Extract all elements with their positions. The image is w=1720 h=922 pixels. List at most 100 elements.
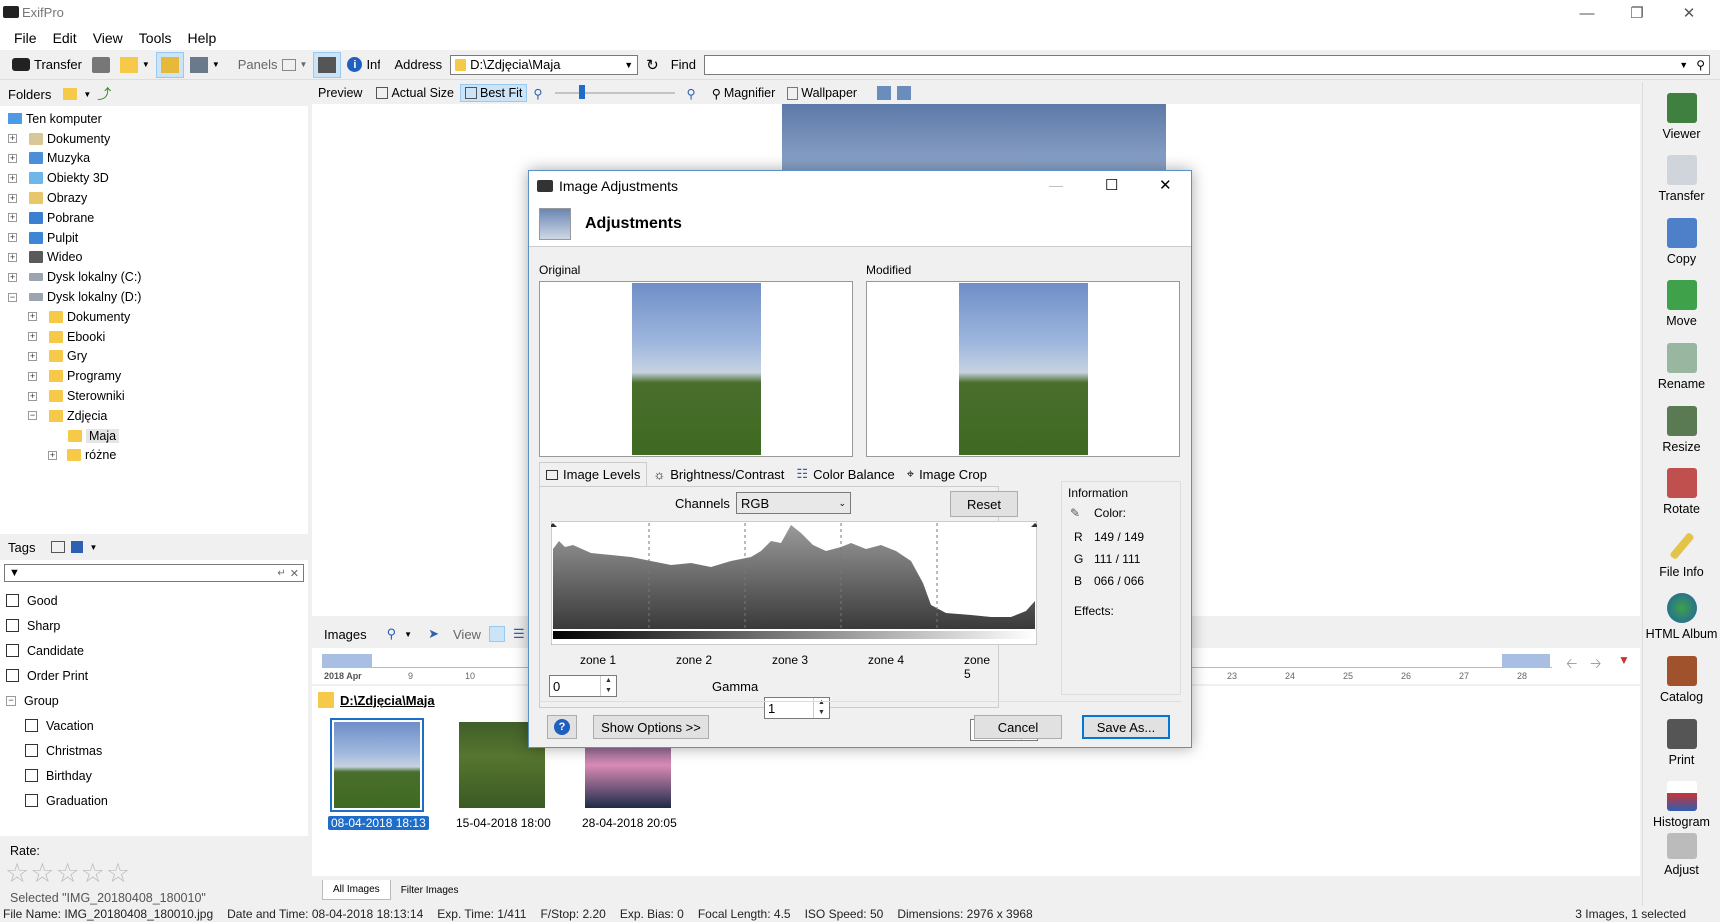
find-combo[interactable]: ▼ ⚲: [704, 54, 1711, 75]
tag-checkbox[interactable]: [25, 744, 38, 757]
zoom-out-icon[interactable]: ⚲: [533, 86, 542, 101]
tab-filter-images[interactable]: Filter Images: [391, 881, 469, 900]
tree-item-desktop[interactable]: + Pulpit: [0, 228, 308, 248]
html-album-button[interactable]: HTML Album: [1643, 583, 1720, 646]
panels-button[interactable]: Panels ▼: [234, 52, 312, 78]
star-icon[interactable]: ☆: [81, 858, 105, 889]
adjust-button[interactable]: Adjust: [1643, 833, 1720, 881]
tree-item-drivers[interactable]: + Sterowniki: [0, 386, 308, 406]
tab-color-balance[interactable]: ☷ Color Balance: [790, 463, 900, 485]
tag-group[interactable]: − Group: [0, 688, 308, 713]
tree-item-drive-c[interactable]: + Dysk lokalny (C:): [0, 267, 308, 287]
folders-toggle-button[interactable]: [155, 51, 184, 78]
tab-brightness-contrast[interactable]: ☼ Brightness/Contrast: [647, 463, 790, 485]
tree-item-videos[interactable]: + Wideo: [0, 248, 308, 268]
thumbnail-item[interactable]: [330, 718, 424, 812]
scan-button[interactable]: ▼: [186, 52, 224, 78]
select-icon[interactable]: ➤: [428, 626, 439, 642]
resize-button[interactable]: Resize: [1643, 395, 1720, 458]
catalog-button[interactable]: Catalog: [1643, 645, 1720, 708]
close-icon[interactable]: ✕: [1664, 0, 1714, 26]
actual-size-button[interactable]: Actual Size: [376, 86, 454, 100]
tree-item-documents[interactable]: + Dokumenty: [0, 129, 308, 149]
tag-checkbox[interactable]: [6, 669, 19, 682]
save-as-button[interactable]: Save As...: [1082, 715, 1170, 739]
star-icon[interactable]: ☆: [5, 858, 29, 889]
channels-select[interactable]: RGB ⌄: [736, 492, 851, 514]
tag-checkbox[interactable]: [6, 619, 19, 632]
transfer-tool-button[interactable]: Transfer: [1643, 145, 1720, 208]
close-icon[interactable]: ✕: [1159, 176, 1172, 194]
search-icon[interactable]: ⚲: [387, 626, 397, 642]
magnifier-button[interactable]: ⚲ Magnifier: [712, 86, 776, 101]
search-icon[interactable]: ⚲: [1696, 58, 1705, 72]
reset-button[interactable]: Reset: [950, 491, 1018, 517]
levels-histogram[interactable]: [551, 521, 1037, 645]
address-combo[interactable]: D:\Zdjęcia\Maja ▼: [450, 54, 639, 75]
spinner-arrows-icon[interactable]: ▲▼: [600, 676, 616, 696]
scroll-right-icon[interactable]: 🡢: [1590, 653, 1601, 677]
zoom-in-icon[interactable]: ⚲: [687, 86, 696, 101]
scroll-left-icon[interactable]: 🡠: [1566, 653, 1577, 677]
folder-heading[interactable]: D:\Zdjęcia\Maja: [318, 692, 435, 708]
file-info-button[interactable]: File Info: [1643, 520, 1720, 583]
rotate-left-icon[interactable]: [877, 86, 892, 100]
tree-item-games[interactable]: + Gry: [0, 347, 308, 367]
tab-all-images[interactable]: All Images: [322, 880, 391, 900]
tree-item-3d-objects[interactable]: + Obiekty 3D: [0, 168, 308, 188]
thumbnail-view-icon[interactable]: [488, 626, 505, 642]
star-icon[interactable]: ☆: [30, 858, 54, 889]
tree-item-ebooks[interactable]: + Ebooki: [0, 327, 308, 347]
show-options-button[interactable]: Show Options >>: [593, 715, 709, 739]
restore-icon[interactable]: ❐: [1612, 0, 1662, 26]
move-button[interactable]: Move: [1643, 270, 1720, 333]
menu-help[interactable]: Help: [179, 26, 224, 50]
menu-tools[interactable]: Tools: [131, 26, 180, 50]
tag-item-vacation[interactable]: Vacation: [0, 713, 308, 738]
tree-item-pictures[interactable]: + Obrazy: [0, 188, 308, 208]
tag-item-sharp[interactable]: Sharp: [0, 613, 308, 638]
tag-item-good[interactable]: Good: [0, 588, 308, 613]
rotate-right-icon[interactable]: [897, 86, 912, 100]
refresh-icon[interactable]: ↻: [646, 56, 659, 74]
tab-image-levels[interactable]: Image Levels: [539, 462, 648, 486]
tag-checkbox[interactable]: [6, 644, 19, 657]
tag-checkbox[interactable]: [25, 719, 38, 732]
tag-item-birthday[interactable]: Birthday: [0, 763, 308, 788]
tree-item-this-pc[interactable]: Ten komputer: [0, 109, 308, 129]
cancel-button[interactable]: Cancel: [974, 715, 1062, 739]
black-point-input[interactable]: 0 ▲ ▼: [549, 675, 617, 697]
star-rating[interactable]: ☆ ☆ ☆ ☆ ☆: [5, 858, 130, 889]
zoom-slider[interactable]: [554, 85, 675, 99]
tree-item-photos[interactable]: − Zdjęcia: [0, 406, 308, 426]
print-button[interactable]: [88, 52, 114, 78]
viewer-button[interactable]: Viewer: [1643, 82, 1720, 145]
eyedropper-icon[interactable]: ✎: [1070, 506, 1080, 520]
maximize-icon[interactable]: ☐: [1105, 176, 1118, 194]
tag-item-order-print[interactable]: Order Print: [0, 663, 308, 688]
copy-button[interactable]: Copy: [1643, 207, 1720, 270]
histogram-button[interactable]: Histogram: [1643, 771, 1720, 834]
tree-item-drive-d[interactable]: − Dysk lokalny (D:): [0, 287, 308, 307]
tree-item-music[interactable]: + Muzyka: [0, 149, 308, 169]
rotate-button[interactable]: Rotate: [1643, 458, 1720, 521]
help-button[interactable]: ?: [547, 715, 577, 739]
transfer-button[interactable]: Transfer: [8, 52, 86, 78]
tag-item-christmas[interactable]: Christmas: [0, 738, 308, 763]
wallpaper-button[interactable]: Wallpaper: [787, 86, 857, 100]
tree-item-d-documents[interactable]: + Dokumenty: [0, 307, 308, 327]
open-folder-button[interactable]: ▼: [116, 52, 154, 78]
tag-checkbox[interactable]: [25, 794, 38, 807]
zoom-slider-handle[interactable]: [578, 85, 585, 99]
tree-item-maja[interactable]: Maja: [0, 426, 308, 446]
tab-image-crop[interactable]: ⌖ Image Crop: [901, 463, 993, 485]
minimize-icon[interactable]: —: [1562, 0, 1612, 26]
tag-edit-icon[interactable]: [51, 541, 66, 553]
folder-path[interactable]: D:\Zdjęcia\Maja: [340, 693, 435, 708]
menu-file[interactable]: File: [6, 26, 45, 50]
tag-item-graduation[interactable]: Graduation: [0, 788, 308, 813]
rename-button[interactable]: Rename: [1643, 332, 1720, 395]
tag-checkbox[interactable]: [6, 594, 19, 607]
tree-item-downloads[interactable]: + Pobrane: [0, 208, 308, 228]
minimize-icon[interactable]: —: [1049, 177, 1063, 193]
